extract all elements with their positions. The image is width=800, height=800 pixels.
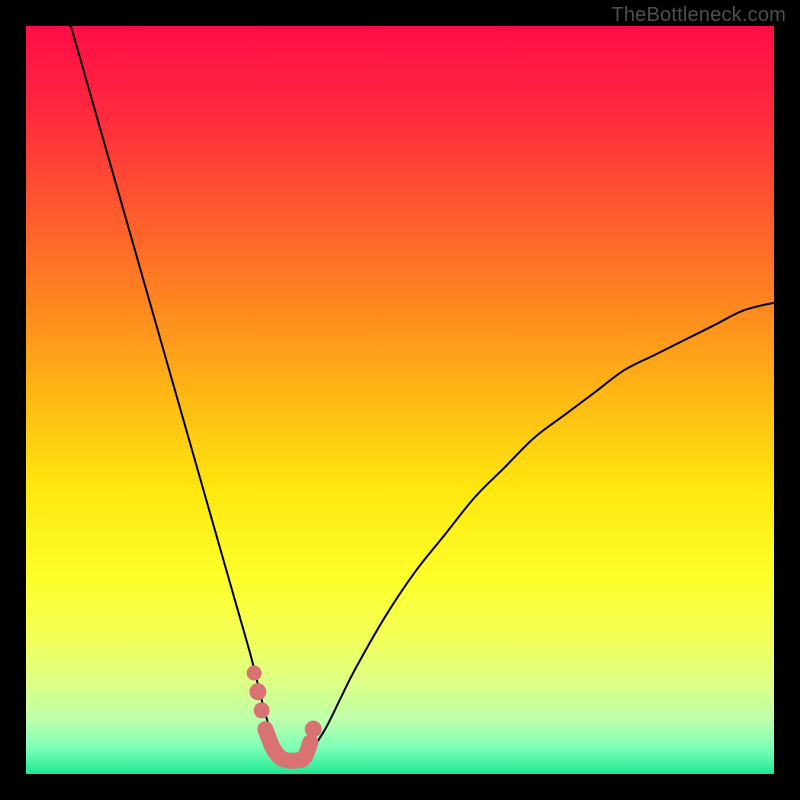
gradient-background bbox=[26, 26, 774, 774]
outer-frame: TheBottleneck.com bbox=[0, 0, 800, 800]
highlight-dip-dot bbox=[249, 683, 266, 700]
chart-svg bbox=[26, 26, 774, 774]
highlight-dip-dot bbox=[247, 666, 262, 681]
highlight-dip-dot bbox=[305, 721, 322, 738]
plot-area bbox=[26, 26, 774, 774]
highlight-dip-dot bbox=[254, 702, 270, 718]
highlight-dip-dot bbox=[302, 735, 318, 751]
watermark-text: TheBottleneck.com bbox=[611, 4, 786, 27]
